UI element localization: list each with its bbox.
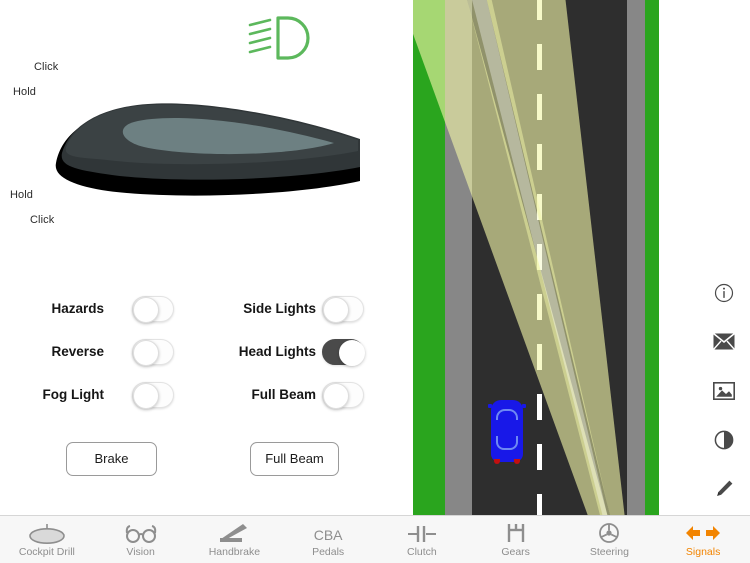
toggle-reverse[interactable] bbox=[132, 339, 174, 366]
toggle-label-hazards: Hazards bbox=[51, 301, 104, 316]
edit-button[interactable] bbox=[706, 464, 742, 513]
tab-label-clutch: Clutch bbox=[406, 545, 437, 558]
info-icon bbox=[714, 283, 734, 302]
tab-label-vision: Vision bbox=[126, 545, 155, 558]
handbrake-lever-icon bbox=[217, 522, 251, 544]
toggle-label-fog-light: Fog Light bbox=[42, 387, 104, 402]
mail-button[interactable] bbox=[706, 317, 742, 366]
toggle-knob bbox=[339, 340, 365, 366]
tab-signals[interactable]: Signals bbox=[656, 516, 750, 563]
toggle-full-beam[interactable] bbox=[322, 382, 364, 409]
toggle-knob bbox=[323, 297, 349, 323]
full-beam-button[interactable]: Full Beam bbox=[250, 442, 339, 476]
clutch-pedal-icon bbox=[405, 522, 439, 544]
image-button[interactable] bbox=[706, 366, 742, 415]
control-row-hazards: Hazards bbox=[51, 296, 174, 323]
gear-stick-h-pattern-icon bbox=[501, 522, 531, 544]
stalk-label-hold-top: Hold bbox=[13, 86, 37, 98]
control-row-head-lights: Head Lights bbox=[228, 339, 365, 366]
tab-clutch[interactable]: Clutch bbox=[375, 516, 469, 563]
tab-gears[interactable]: Gears bbox=[469, 516, 563, 563]
toggle-label-full-beam: Full Beam bbox=[251, 387, 316, 402]
headlight-beam-indicator-icon bbox=[246, 12, 316, 64]
stalk-label-click-top: Click bbox=[34, 61, 59, 73]
tab-handbrake[interactable]: Handbrake bbox=[188, 516, 282, 563]
headlight-beams bbox=[413, 0, 659, 515]
road-scene bbox=[413, 0, 659, 515]
toggle-fog-light[interactable] bbox=[132, 382, 174, 409]
double-arrow-icon bbox=[684, 522, 722, 544]
cba-text: CBA bbox=[313, 526, 343, 543]
tab-label-gears: Gears bbox=[501, 545, 530, 558]
control-row-fog-light: Fog Light bbox=[43, 382, 174, 409]
pencil-icon bbox=[717, 480, 733, 496]
indicator-stalk-illustration[interactable] bbox=[48, 95, 368, 200]
tab-label-steering: Steering bbox=[589, 545, 629, 558]
control-row-full-beam: Full Beam bbox=[228, 382, 364, 409]
stalk-label-click-bottom: Click bbox=[30, 214, 55, 226]
control-row-reverse: Reverse bbox=[51, 339, 174, 366]
tool-rail bbox=[706, 268, 742, 513]
tab-label-pedals: Pedals bbox=[312, 545, 345, 558]
toggle-label-reverse: Reverse bbox=[51, 344, 104, 359]
cba-text-icon: CBA bbox=[314, 522, 343, 544]
image-icon bbox=[713, 381, 735, 400]
car-windscreen bbox=[496, 409, 518, 420]
toggle-label-head-lights: Head Lights bbox=[238, 344, 316, 359]
tab-vision[interactable]: Vision bbox=[94, 516, 188, 563]
tab-label-handbrake: Handbrake bbox=[208, 545, 261, 558]
app-root: Click Hold Hold Click Hazards Reverse Fo… bbox=[0, 0, 750, 563]
glasses-icon bbox=[123, 522, 159, 544]
toggle-label-side-lights: Side Lights bbox=[243, 301, 316, 316]
contrast-button[interactable] bbox=[706, 415, 742, 464]
car-rear-window bbox=[496, 436, 518, 450]
car-taillight-right bbox=[514, 459, 520, 464]
steering-wheel-oval-icon bbox=[27, 522, 67, 544]
toggle-head-lights[interactable] bbox=[322, 339, 365, 366]
car-top-view bbox=[488, 400, 526, 466]
toggle-side-lights[interactable] bbox=[322, 296, 364, 323]
toggle-knob bbox=[133, 340, 159, 366]
bottom-tab-bar: Cockpit Drill Vision Handbrake CBA Pedal… bbox=[0, 515, 750, 563]
steering-wheel-icon bbox=[596, 522, 622, 544]
brake-button[interactable]: Brake bbox=[66, 442, 157, 476]
tab-steering[interactable]: Steering bbox=[563, 516, 657, 563]
toggle-knob bbox=[323, 383, 349, 409]
tab-pedals[interactable]: CBA Pedals bbox=[281, 516, 375, 563]
tab-label-cockpit-drill: Cockpit Drill bbox=[18, 545, 75, 558]
envelope-icon bbox=[713, 333, 735, 350]
toggle-knob bbox=[133, 297, 159, 323]
car-taillight-left bbox=[494, 459, 500, 464]
tab-cockpit-drill[interactable]: Cockpit Drill bbox=[0, 516, 94, 563]
tab-label-signals: Signals bbox=[685, 545, 721, 558]
stalk-label-hold-bottom: Hold bbox=[10, 189, 34, 201]
contrast-icon bbox=[714, 430, 734, 449]
info-button[interactable] bbox=[706, 268, 742, 317]
toggle-hazards[interactable] bbox=[132, 296, 174, 323]
control-row-side-lights: Side Lights bbox=[228, 296, 364, 323]
toggle-knob bbox=[133, 383, 159, 409]
